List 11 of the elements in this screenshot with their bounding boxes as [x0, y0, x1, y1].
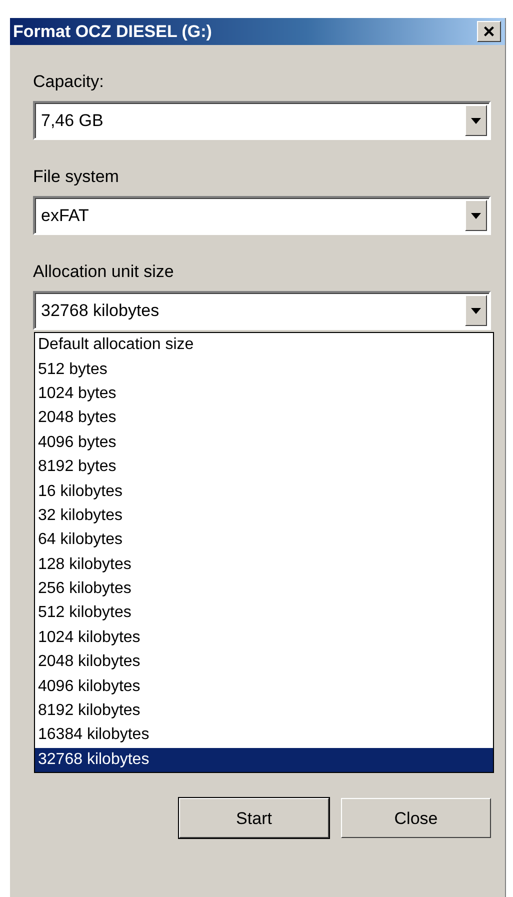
- dropdown-field[interactable]: 32768 kilobytes: [33, 291, 491, 330]
- dropdown-field[interactable]: 7,46 GB: [33, 101, 491, 140]
- field-label: Allocation unit size: [33, 262, 174, 282]
- field-label: Capacity:: [33, 72, 104, 92]
- start-button[interactable]: Start: [179, 798, 329, 838]
- dropdown-field[interactable]: exFAT: [33, 196, 491, 235]
- close-dialog-button[interactable]: Close: [341, 798, 491, 838]
- dropdown-option[interactable]: 32768 kilobytes: [35, 748, 493, 772]
- window-title: Format OCZ DIESEL (G:): [13, 22, 212, 42]
- close-button[interactable]: ×: [477, 21, 501, 42]
- field-label: File system: [33, 167, 119, 187]
